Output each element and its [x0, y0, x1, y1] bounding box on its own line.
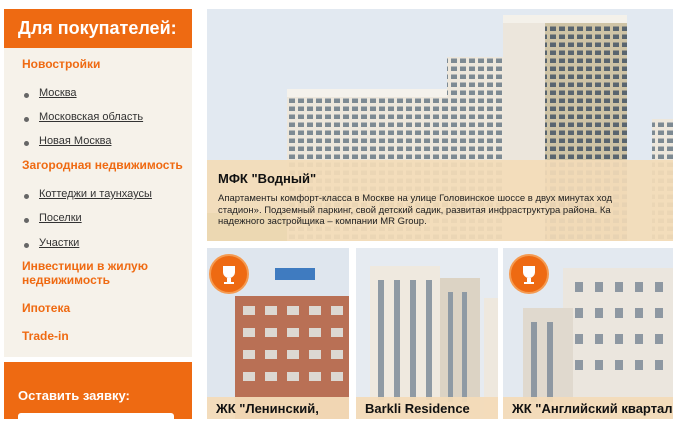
bullet-icon	[24, 243, 29, 248]
card-title: ЖК "Английский квартал	[503, 397, 673, 419]
card-title: ЖК "Ленинский,	[207, 397, 349, 419]
sidebar-link-new-moscow[interactable]: Новая Москва	[39, 135, 111, 147]
hero-info-panel: МФК "Водный" Апартаменты комфорт-класса …	[207, 160, 673, 241]
request-form: Оставить заявку:	[4, 362, 192, 427]
sidebar-link-villages[interactable]: Поселки	[39, 212, 82, 224]
building-photo	[356, 248, 498, 419]
project-card-barkli[interactable]: Barkli Residence	[356, 248, 498, 419]
sidebar-item-mortgage[interactable]: Ипотека	[22, 301, 70, 315]
project-card-leninsky[interactable]: ЖК "Ленинский,	[207, 248, 349, 419]
sidebar-link-moscow[interactable]: Москва	[39, 87, 77, 99]
card-title: Barkli Residence	[356, 397, 498, 419]
sidebar-item-trade-in[interactable]: Trade-in	[22, 329, 69, 343]
sidebar-link-plots[interactable]: Участки	[39, 237, 79, 249]
sidebar-item-country-realty[interactable]: Загородная недвижимость	[22, 158, 183, 172]
bullet-icon	[24, 194, 29, 199]
sidebar-title: Для покупателей:	[4, 9, 192, 48]
sidebar-menu: Новостройки Москва Московская область Но…	[4, 48, 192, 357]
hero-desc-line: Апартаменты комфорт-класса в Москве на у…	[218, 193, 612, 204]
sidebar-item-investments[interactable]: Инвестиции в жилую недвижимость	[22, 259, 172, 287]
award-badge-icon	[509, 254, 549, 294]
sidebar-link-moscow-region[interactable]: Московская область	[39, 111, 143, 123]
bullet-icon	[24, 141, 29, 146]
bullet-icon	[24, 117, 29, 122]
request-input[interactable]	[18, 413, 174, 427]
featured-project-banner[interactable]: МФК "Водный" Апартаменты комфорт-класса …	[207, 9, 673, 241]
bullet-icon	[24, 218, 29, 223]
hero-description: Апартаменты комфорт-класса в Москве на у…	[218, 193, 673, 228]
sidebar-link-cottages[interactable]: Коттеджи и таунхаусы	[39, 188, 152, 200]
sidebar-item-novostroyki[interactable]: Новостройки	[22, 57, 100, 71]
project-card-english-quarter[interactable]: ЖК "Английский квартал	[503, 248, 673, 419]
award-badge-icon	[209, 254, 249, 294]
hero-desc-line: надежного застройщика – компании MR Grou…	[218, 216, 427, 227]
hero-title[interactable]: МФК "Водный"	[218, 171, 316, 186]
hero-desc-line: стадион». Подземный паркинг, свой детски…	[218, 204, 611, 216]
request-form-label: Оставить заявку:	[18, 388, 130, 403]
bullet-icon	[24, 93, 29, 98]
buyers-sidebar: Для покупателей: Новостройки Москва Моск…	[0, 0, 195, 427]
